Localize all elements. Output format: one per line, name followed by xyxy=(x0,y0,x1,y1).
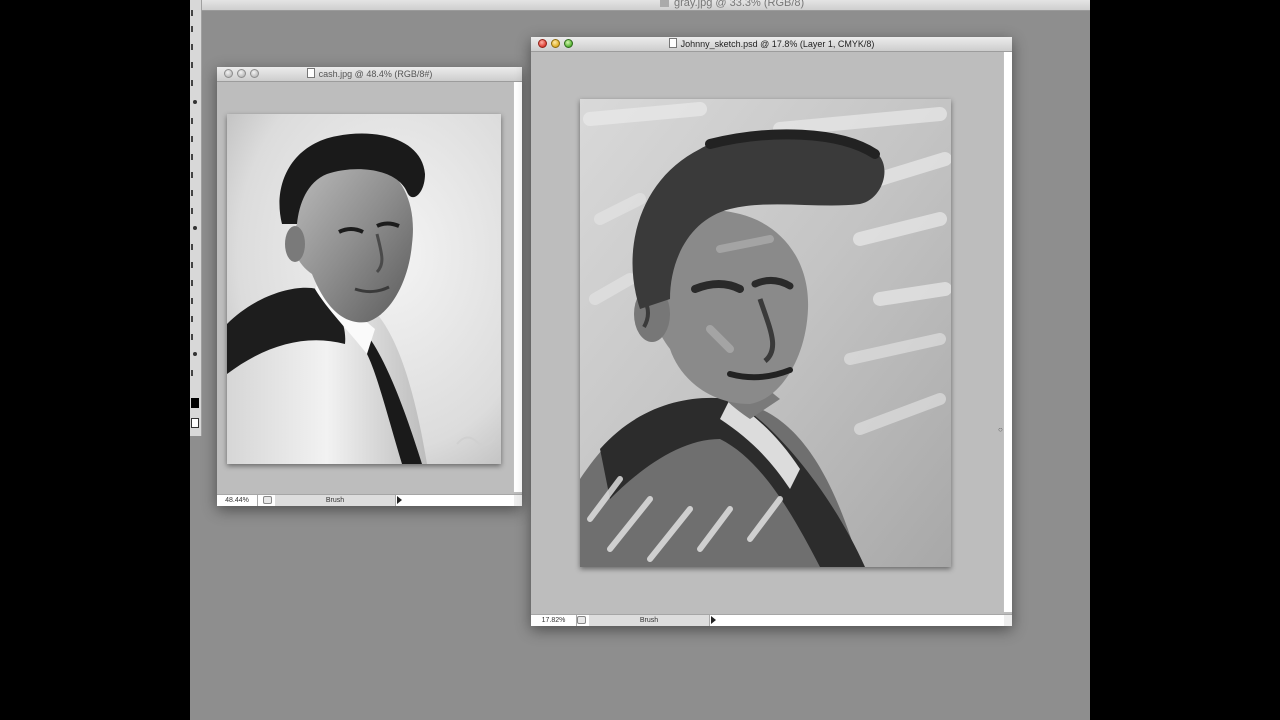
path-selection-tool-icon[interactable] xyxy=(191,298,202,304)
type-tool-icon[interactable] xyxy=(191,280,202,286)
vertical-scrollbar[interactable] xyxy=(1003,52,1012,612)
quick-mask-icon[interactable] xyxy=(191,418,199,428)
window-title-text: Johnny_sketch.psd @ 17.8% (Layer 1, CMYK… xyxy=(680,39,875,49)
window-title: cash.jpg @ 48.4% (RGB/8#) xyxy=(217,68,522,80)
foreground-color-swatch[interactable] xyxy=(191,398,199,408)
magic-wand-tool-icon[interactable] xyxy=(191,62,202,68)
gradient-tool-icon[interactable] xyxy=(191,208,202,214)
status-info-icon[interactable] xyxy=(577,616,586,624)
marquee-tool-icon[interactable] xyxy=(191,26,202,32)
healing-brush-tool-icon[interactable] xyxy=(191,118,202,124)
history-brush-tool-icon[interactable] xyxy=(191,172,202,178)
status-bar: 48.44% Brush xyxy=(217,494,522,506)
crop-tool-icon[interactable] xyxy=(191,80,202,86)
window-titlebar[interactable]: cash.jpg @ 48.4% (RGB/8#) xyxy=(217,67,522,82)
vertical-scrollbar[interactable] xyxy=(513,82,522,492)
status-menu-arrow[interactable] xyxy=(397,496,402,504)
window-title: Johnny_sketch.psd @ 17.8% (Layer 1, CMYK… xyxy=(531,38,1012,50)
document-window-cash[interactable]: cash.jpg @ 48.4% (RGB/8#) 48.44% Brush xyxy=(217,67,522,506)
status-info-icon[interactable] xyxy=(263,496,272,504)
zoom-field[interactable]: 48.44% xyxy=(217,495,258,506)
resize-grip[interactable] xyxy=(1004,615,1012,626)
brush-cursor-icon: ○ xyxy=(998,425,1003,434)
sketch-canvas[interactable] xyxy=(580,99,951,567)
document-icon xyxy=(668,38,677,48)
resize-grip[interactable] xyxy=(514,495,522,506)
move-tool-icon[interactable] xyxy=(191,10,202,16)
background-document-title: gray.jpg @ 33.3% (RGB/8) xyxy=(660,0,804,9)
lasso-tool-icon[interactable] xyxy=(191,44,202,50)
document-window-sketch[interactable]: Johnny_sketch.psd @ 17.8% (Layer 1, CMYK… xyxy=(531,37,1012,626)
hand-tool-icon[interactable] xyxy=(193,352,197,356)
status-menu-arrow[interactable] xyxy=(711,616,716,624)
portrait-sketch-image xyxy=(580,99,951,567)
document-icon xyxy=(660,0,669,8)
zoom-field[interactable]: 17.82% xyxy=(531,615,577,626)
pen-tool-icon[interactable] xyxy=(191,262,202,268)
zoom-tool-icon[interactable] xyxy=(191,370,202,376)
window-titlebar[interactable]: Johnny_sketch.psd @ 17.8% (Layer 1, CMYK… xyxy=(531,37,1012,52)
blur-tool-icon[interactable] xyxy=(193,226,197,230)
status-label: Brush xyxy=(275,495,396,506)
clone-stamp-tool-icon[interactable] xyxy=(191,154,202,160)
tools-panel xyxy=(190,0,202,436)
brush-tool-icon[interactable] xyxy=(191,136,202,142)
background-document-titlebar[interactable]: gray.jpg @ 33.3% (RGB/8) xyxy=(190,0,1090,11)
background-document-title-text: gray.jpg @ 33.3% (RGB/8) xyxy=(674,0,805,9)
shape-tool-icon[interactable] xyxy=(191,316,202,322)
document-icon xyxy=(306,68,315,78)
photoshop-workspace: gray.jpg @ 33.3% (RGB/8) cash.jpg @ 48.4… xyxy=(190,0,1090,720)
eraser-tool-icon[interactable] xyxy=(191,190,202,196)
window-title-text: cash.jpg @ 48.4% (RGB/8#) xyxy=(318,69,433,79)
notes-tool-icon[interactable] xyxy=(191,334,202,340)
photo-canvas[interactable] xyxy=(227,114,501,464)
status-label: Brush xyxy=(589,615,710,626)
portrait-photo-image xyxy=(227,114,501,464)
dodge-tool-icon[interactable] xyxy=(191,244,202,250)
eyedropper-tool-icon[interactable] xyxy=(193,100,197,104)
status-bar: 17.82% Brush xyxy=(531,614,1012,626)
